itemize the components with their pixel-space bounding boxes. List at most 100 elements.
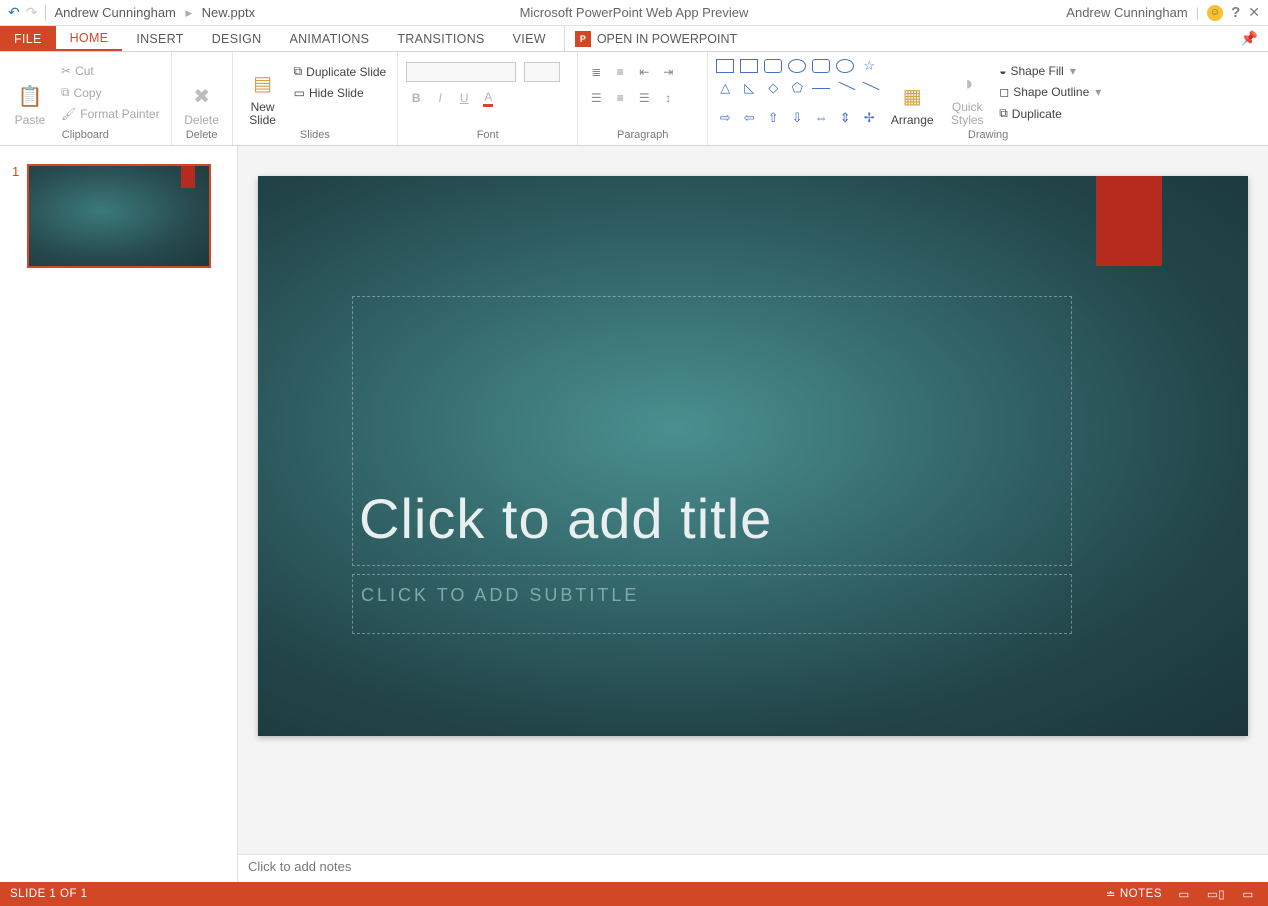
shape-outline-button[interactable]: ◻Shape Outline▾: [996, 83, 1104, 101]
font-size-select[interactable]: [524, 62, 560, 82]
chevron-down-icon: ▾: [1070, 64, 1076, 78]
cut-button[interactable]: ✂Cut: [58, 62, 163, 80]
subtitle-text: CLICK TO ADD SUBTITLE: [361, 585, 639, 605]
text-direction-button[interactable]: ↕: [658, 88, 678, 108]
shape-arrow-ud[interactable]: ⇕: [836, 111, 854, 125]
slide-thumbnail[interactable]: [27, 164, 211, 268]
tab-design[interactable]: DESIGN: [198, 26, 276, 51]
tab-transitions[interactable]: TRANSITIONS: [383, 26, 498, 51]
new-slide-button[interactable]: ▤ New Slide: [241, 56, 285, 129]
shape-rect[interactable]: [740, 59, 758, 73]
shape-doublearrow[interactable]: [860, 81, 878, 95]
breadcrumb-file[interactable]: New.pptx: [202, 5, 255, 20]
duplicate-slide-button[interactable]: ⧉Duplicate Slide: [291, 62, 390, 81]
shape-pentagon[interactable]: ⬠: [788, 81, 806, 95]
align-center-button[interactable]: ≡: [610, 88, 630, 108]
shape-arrow-right[interactable]: ⇨: [716, 111, 734, 125]
shape-arrow-lr[interactable]: ⇔: [812, 111, 830, 125]
shape-roundrect[interactable]: [764, 59, 782, 73]
shape-star[interactable]: ☆: [860, 59, 878, 73]
user-name[interactable]: Andrew Cunningham: [1066, 5, 1187, 20]
shape-fill-button[interactable]: ◒Shape Fill▾: [996, 62, 1104, 80]
underline-button[interactable]: U: [454, 88, 474, 108]
shape-cloud[interactable]: [836, 59, 854, 73]
slide[interactable]: Click to add title CLICK TO ADD SUBTITLE: [258, 176, 1248, 736]
feedback-icon[interactable]: ☺: [1207, 5, 1223, 21]
shape-arrowline[interactable]: [836, 81, 854, 95]
decrease-indent-button[interactable]: ⇤: [634, 62, 654, 82]
open-in-powerpoint[interactable]: P OPEN IN POWERPOINT: [564, 26, 747, 51]
group-delete: ✖ Delete Delete: [172, 52, 233, 145]
delete-button[interactable]: ✖ Delete: [180, 56, 224, 129]
hide-slide-button[interactable]: ▭Hide Slide: [291, 84, 390, 102]
ribbon: 📋 Paste ✂Cut ⧉Copy 🖌Format Painter Clipb…: [0, 52, 1268, 146]
chevron-right-icon: ▸: [186, 5, 193, 20]
arrange-button[interactable]: ▦ Arrange: [886, 56, 938, 129]
italic-button[interactable]: I: [430, 88, 450, 108]
delete-label: Delete: [184, 114, 219, 127]
notes-toggle[interactable]: ≐ NOTES: [1106, 887, 1162, 901]
shape-line[interactable]: [812, 88, 830, 102]
title-placeholder[interactable]: Click to add title: [352, 296, 1072, 566]
shape-oval[interactable]: [788, 59, 806, 73]
notes-placeholder: Click to add notes: [248, 859, 351, 874]
divider: [45, 5, 46, 21]
numbering-button[interactable]: ≡: [610, 62, 630, 82]
reading-view-button[interactable]: ▭▯: [1206, 886, 1226, 902]
normal-view-button[interactable]: ▭: [1174, 886, 1194, 902]
tab-home[interactable]: HOME: [56, 26, 123, 51]
ribbon-decoration: [181, 166, 195, 188]
tab-insert[interactable]: INSERT: [122, 26, 197, 51]
redo-icon[interactable]: ↷: [26, 4, 38, 21]
format-painter-button[interactable]: 🖌Format Painter: [58, 105, 163, 123]
pin-icon[interactable]: 📌: [1231, 26, 1268, 51]
paste-label: Paste: [15, 114, 46, 127]
shape-triangle[interactable]: △: [716, 81, 734, 95]
statusbar: SLIDE 1 OF 1 ≐ NOTES ▭ ▭▯ ▭: [0, 882, 1268, 906]
copy-button[interactable]: ⧉Copy: [58, 83, 163, 102]
font-name-select[interactable]: [406, 62, 516, 82]
tab-animations[interactable]: ANIMATIONS: [275, 26, 383, 51]
paste-button[interactable]: 📋 Paste: [8, 56, 52, 129]
slideshow-view-button[interactable]: ▭: [1238, 886, 1258, 902]
duplicate-button[interactable]: ⧉Duplicate: [996, 104, 1104, 123]
group-drawing: ☆ △ ◺ ◇ ⬠ ⇨ ⇦ ⇧ ⇩ ⇔ ⇕ ✢ ▦ Arrange: [708, 52, 1268, 145]
slide-counter: SLIDE 1 OF 1: [10, 888, 88, 900]
paste-icon: 📋: [15, 82, 45, 112]
slide-thumbnail-panel: 1: [0, 146, 238, 882]
shape-callout[interactable]: [812, 59, 830, 73]
shape-arrow-down[interactable]: ⇩: [788, 111, 806, 125]
shape-arrow-left[interactable]: ⇦: [740, 111, 758, 125]
notes-label: NOTES: [1120, 888, 1162, 900]
app-title: Microsoft PowerPoint Web App Preview: [520, 5, 749, 20]
breadcrumb[interactable]: Andrew Cunningham ▸ New.pptx: [54, 5, 255, 21]
shape-arrow-up[interactable]: ⇧: [764, 111, 782, 125]
shape-fill-icon: ◒: [999, 64, 1006, 78]
bold-button[interactable]: B: [406, 88, 426, 108]
slide-stage[interactable]: Click to add title CLICK TO ADD SUBTITLE: [238, 146, 1268, 854]
tab-file[interactable]: FILE: [0, 26, 56, 51]
bullets-button[interactable]: ≣: [586, 62, 606, 82]
shape-outline-label: Shape Outline: [1013, 85, 1089, 99]
subtitle-placeholder[interactable]: CLICK TO ADD SUBTITLE: [352, 574, 1072, 634]
increase-indent-button[interactable]: ⇥: [658, 62, 678, 82]
shape-rtriangle[interactable]: ◺: [740, 81, 758, 95]
quick-styles-icon: ◑: [952, 69, 982, 99]
breadcrumb-user[interactable]: Andrew Cunningham: [54, 5, 175, 20]
close-icon[interactable]: ✕: [1248, 4, 1260, 21]
quick-styles-button[interactable]: ◑ Quick Styles: [944, 56, 990, 129]
group-label: Paragraph: [586, 129, 699, 143]
duplicate-icon: ⧉: [999, 106, 1008, 121]
notes-pane[interactable]: Click to add notes: [238, 854, 1268, 882]
undo-icon[interactable]: ↶: [8, 4, 20, 21]
align-left-button[interactable]: ☰: [586, 88, 606, 108]
shape-textbox[interactable]: [716, 59, 734, 73]
font-color-button[interactable]: A: [478, 88, 498, 108]
tab-view[interactable]: VIEW: [499, 26, 560, 51]
ribbon-decoration: [1096, 176, 1162, 266]
shape-diamond[interactable]: ◇: [764, 81, 782, 95]
shape-arrow-quad[interactable]: ✢: [860, 111, 878, 125]
shapes-gallery[interactable]: ☆ △ ◺ ◇ ⬠ ⇨ ⇦ ⇧ ⇩ ⇔ ⇕ ✢: [716, 56, 880, 129]
help-icon[interactable]: ?: [1231, 4, 1240, 21]
align-right-button[interactable]: ☰: [634, 88, 654, 108]
